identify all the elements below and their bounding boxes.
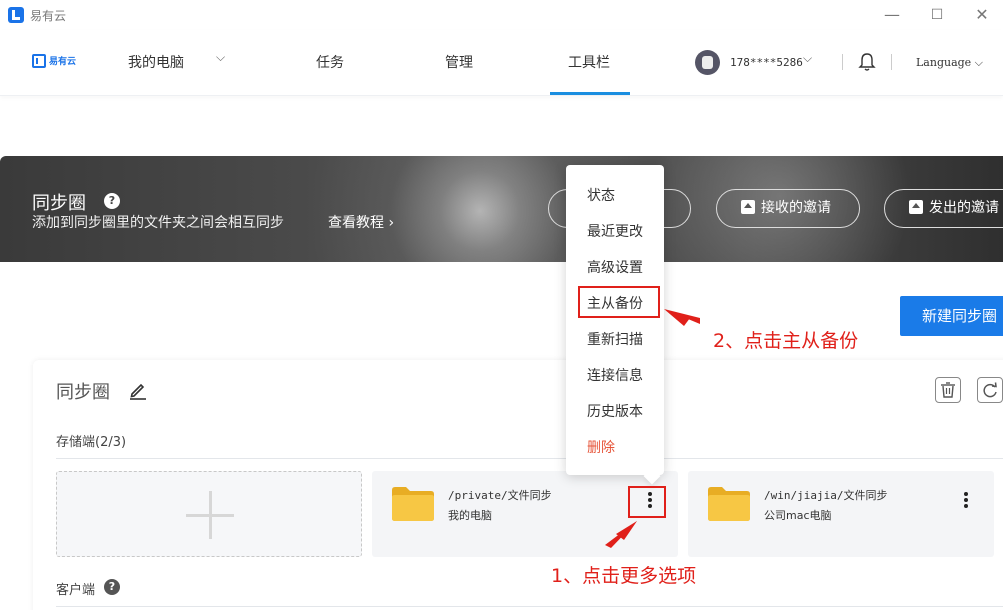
arrow-to-backup: [664, 309, 700, 324]
nav-manage[interactable]: 管理: [445, 52, 473, 72]
menu-item-history-versions[interactable]: 历史版本: [587, 401, 643, 421]
sent-invites-button[interactable]: 发出的邀请: [884, 189, 1003, 228]
maximize-button[interactable]: ☐: [925, 4, 949, 26]
folder-path: /private/文件同步: [448, 489, 552, 502]
sent-invites-label: 发出的邀请: [929, 200, 999, 216]
bell-icon[interactable]: [858, 52, 876, 72]
chevron-down-icon[interactable]: ⌵: [216, 50, 225, 65]
storage-tile[interactable]: /win/jiajia/文件同步 公司mac电脑: [688, 471, 994, 557]
menu-item-rescan[interactable]: 重新扫描: [587, 329, 643, 349]
app-icon: [8, 7, 24, 23]
folder-icon: [708, 487, 750, 521]
folder-path: /win/jiajia/文件同步: [764, 489, 888, 502]
menu-item-connection-info[interactable]: 连接信息: [587, 365, 643, 385]
plus-icon: [209, 491, 212, 539]
annotation-step-2: 2、点击主从备份: [713, 330, 859, 352]
delete-button[interactable]: [935, 377, 961, 403]
annotation-step-1: 1、点击更多选项: [551, 565, 697, 587]
edit-icon[interactable]: [128, 380, 148, 400]
tutorial-link[interactable]: 查看教程 ›: [328, 212, 394, 232]
avatar[interactable]: [695, 50, 720, 75]
arrow-to-backup-head: [664, 309, 690, 326]
user-chevron-down-icon[interactable]: ⌵: [803, 51, 812, 66]
folder-icon: [392, 487, 434, 521]
logo-text: 易有云: [49, 57, 77, 67]
divider: [842, 54, 843, 70]
menu-item-status[interactable]: 状态: [587, 185, 615, 205]
refresh-icon: [983, 382, 997, 398]
minimize-button[interactable]: —: [880, 4, 904, 26]
sync-circle-banner: 同步圈 ? 添加到同步圈里的文件夹之间会相互同步 查看教程 › 接收的邀请 发出…: [0, 156, 1003, 262]
menu-item-delete[interactable]: 删除: [587, 437, 615, 457]
new-sync-circle-button[interactable]: 新建同步圈: [900, 296, 1003, 336]
highlight-box-backup: [578, 286, 660, 318]
outbox-icon: [909, 200, 923, 214]
card-title: 同步圈: [56, 382, 110, 403]
inbox-icon: [741, 200, 755, 214]
refresh-button[interactable]: [977, 377, 1003, 403]
received-invites-label: 接收的邀请: [761, 200, 831, 216]
device-name: 公司mac电脑: [764, 509, 832, 522]
device-name: 我的电脑: [448, 509, 492, 522]
nav-toolbar[interactable]: 工具栏: [568, 52, 610, 72]
top-nav: 易有云 我的电脑 ⌵ 任务 管理 工具栏 178****5286 ⌵ Langu…: [0, 30, 1003, 96]
title-bar: 易有云 — ☐ ✕: [0, 0, 1003, 30]
logo-icon: [32, 54, 46, 68]
storage-label: 存储端(2/3): [56, 435, 127, 450]
user-phone[interactable]: 178****5286: [730, 56, 803, 69]
divider: [56, 458, 1003, 459]
add-storage-tile[interactable]: [56, 471, 362, 557]
context-menu: 状态 最近更改 高级设置 主从备份 重新扫描 连接信息 历史版本 删除: [566, 165, 664, 475]
close-button[interactable]: ✕: [970, 4, 994, 26]
language-selector[interactable]: Language ⌵: [916, 56, 983, 70]
more-options-button[interactable]: [956, 489, 976, 511]
trash-icon: [941, 382, 955, 398]
nav-my-computer[interactable]: 我的电脑: [128, 52, 184, 72]
nav-tasks[interactable]: 任务: [316, 52, 344, 72]
divider: [891, 54, 892, 70]
help-icon[interactable]: ?: [104, 193, 120, 209]
window-title: 易有云: [30, 9, 67, 23]
logo[interactable]: 易有云: [32, 54, 76, 72]
divider: [56, 606, 1003, 607]
received-invites-button[interactable]: 接收的邀请: [716, 189, 860, 228]
menu-item-recent-changes[interactable]: 最近更改: [587, 221, 643, 241]
client-label: 客户端: [56, 583, 96, 598]
menu-item-advanced-settings[interactable]: 高级设置: [587, 257, 643, 277]
help-icon[interactable]: ?: [104, 579, 120, 595]
banner-subtitle: 添加到同步圈里的文件夹之间会相互同步: [32, 215, 284, 231]
active-tab-indicator: [550, 92, 630, 95]
highlight-box-more: [628, 486, 666, 518]
